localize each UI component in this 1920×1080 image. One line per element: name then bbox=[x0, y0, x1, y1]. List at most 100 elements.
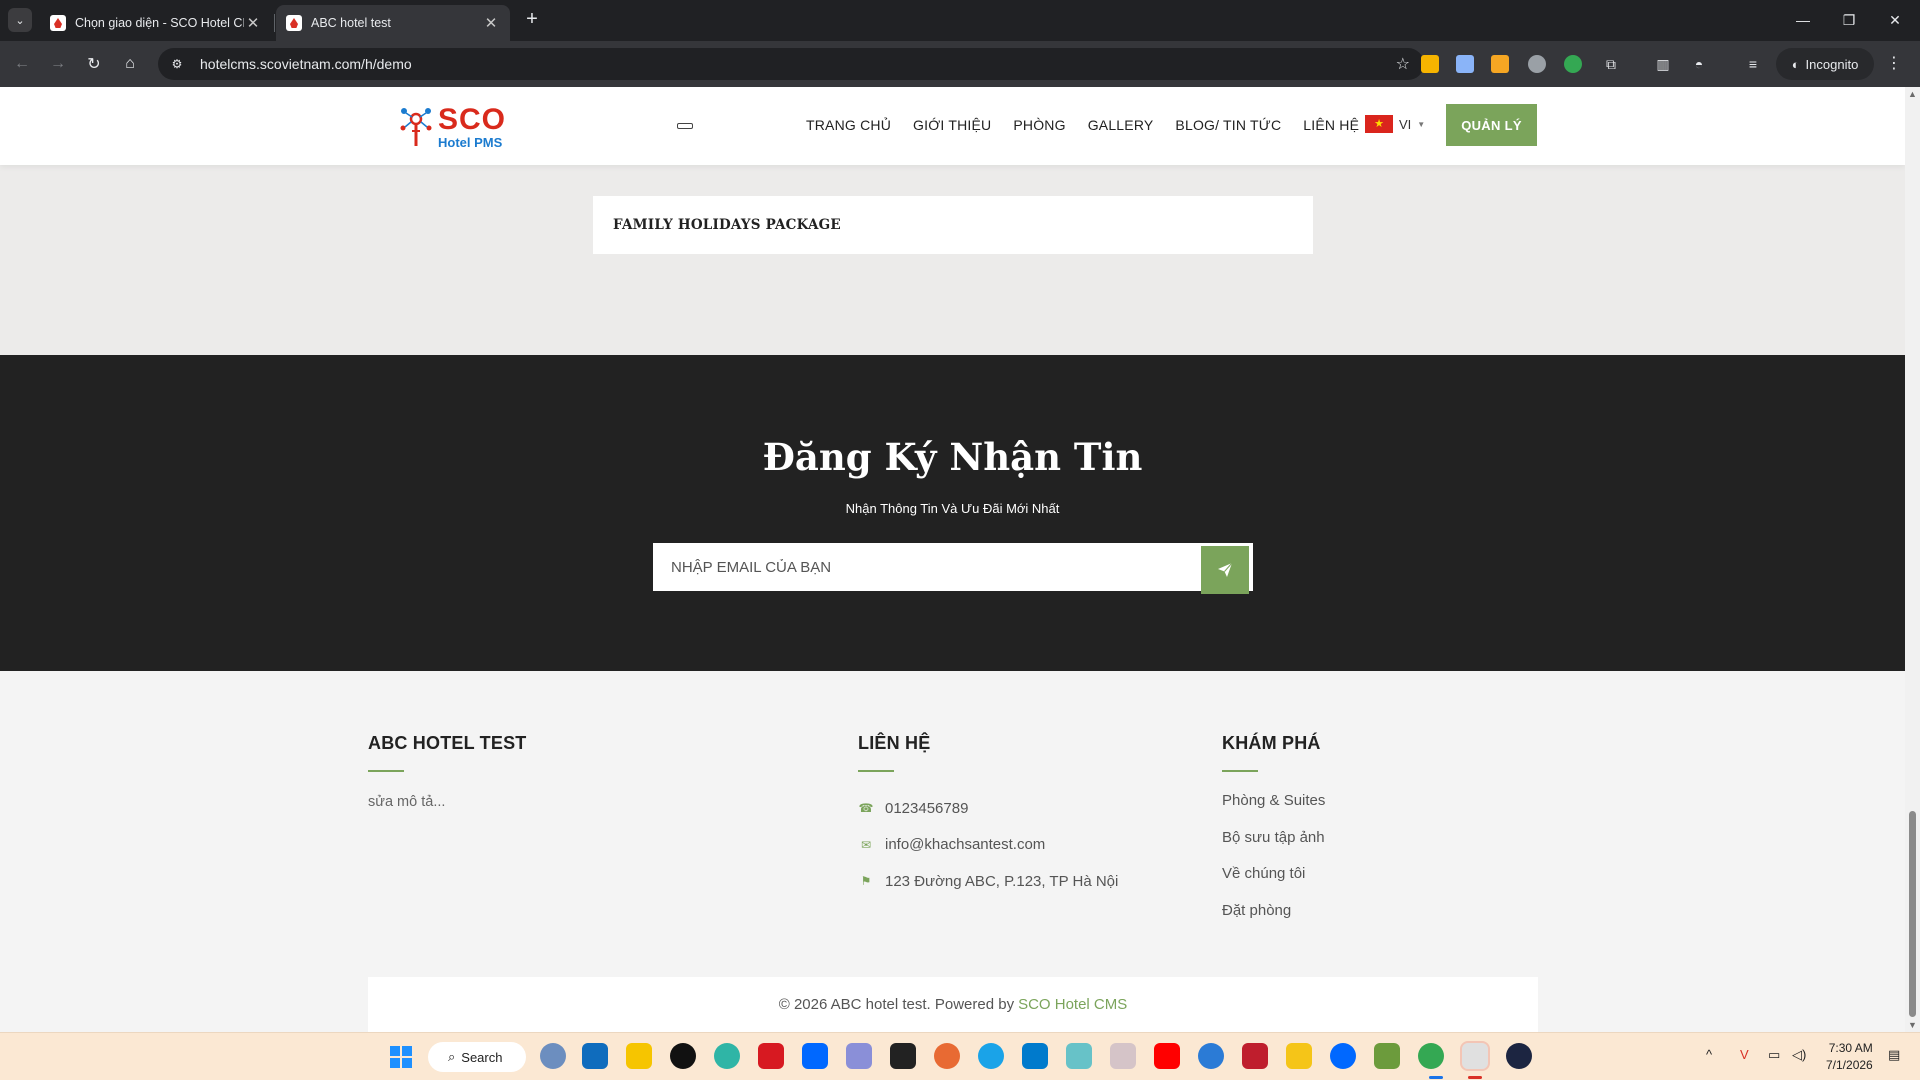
language-switcher[interactable]: ★ VI ▼ bbox=[1365, 115, 1425, 133]
url-text[interactable]: hotelcms.scovietnam.com/h/demo bbox=[200, 56, 412, 72]
extension-camera-icon[interactable] bbox=[1528, 55, 1546, 73]
clickup-app-icon[interactable] bbox=[540, 1043, 566, 1069]
back-icon[interactable]: ← bbox=[10, 52, 34, 76]
site-logo[interactable]: SCO Hotel PMS bbox=[400, 105, 506, 149]
claude-app-icon[interactable] bbox=[934, 1043, 960, 1069]
tray-v-icon[interactable]: V bbox=[1740, 1047, 1749, 1062]
scrollbar-thumb[interactable] bbox=[1909, 811, 1916, 1017]
contact-email[interactable]: ✉ info@khachsantest.com bbox=[858, 827, 1118, 864]
contact-email-text[interactable]: info@khachsantest.com bbox=[885, 836, 1045, 853]
edge-app-icon[interactable] bbox=[714, 1043, 740, 1069]
send-button[interactable] bbox=[1201, 546, 1249, 594]
tray-display-icon[interactable]: ▭ bbox=[1768, 1047, 1780, 1063]
newsletter-form bbox=[653, 543, 1253, 594]
footer-link-gallery[interactable]: Bộ sưu tập ảnh bbox=[1222, 827, 1325, 864]
reload-icon[interactable]: ↻ bbox=[82, 52, 106, 76]
incognito-icon: ◐ bbox=[1791, 56, 1800, 72]
nav-blog[interactable]: BLOG/ TIN TỨC bbox=[1175, 117, 1281, 133]
cloud-app-icon[interactable] bbox=[1198, 1043, 1224, 1069]
taskbar-search[interactable]: ⌕ Search bbox=[428, 1042, 526, 1072]
reading-mode-icon[interactable]: ▥ bbox=[1652, 53, 1674, 75]
site-info-icon[interactable]: ⚙ bbox=[166, 53, 188, 75]
extension-keep-icon[interactable] bbox=[1421, 55, 1439, 73]
nav-home[interactable]: TRANG CHỦ bbox=[806, 117, 891, 133]
mail-app-icon[interactable] bbox=[1066, 1043, 1092, 1069]
zalo-app-icon[interactable] bbox=[802, 1043, 828, 1069]
tray-chevron-icon[interactable]: ^ bbox=[1706, 1047, 1712, 1062]
address-bar[interactable]: ⚙ hotelcms.scovietnam.com/h/demo ☆ bbox=[158, 48, 1424, 80]
sheets-app-icon[interactable] bbox=[1460, 1041, 1490, 1071]
outlook-app-icon[interactable] bbox=[582, 1043, 608, 1069]
sticky-notes-app-icon[interactable] bbox=[626, 1043, 652, 1069]
chatgpt-app-icon[interactable] bbox=[1506, 1043, 1532, 1069]
incognito-badge[interactable]: ◐ Incognito bbox=[1776, 48, 1874, 80]
taskbar-clock[interactable]: 7:30 AM 7/1/2026 bbox=[1826, 1040, 1873, 1074]
page-scrollbar[interactable]: ▲ ▼ bbox=[1905, 87, 1920, 1032]
recorder-app-icon[interactable] bbox=[670, 1043, 696, 1069]
extension-color-icon[interactable] bbox=[1564, 55, 1582, 73]
manage-button[interactable]: QUẢN LÝ bbox=[1446, 104, 1537, 146]
close-window-button[interactable]: ✕ bbox=[1872, 0, 1918, 40]
flag-icon: ⚑ bbox=[860, 874, 872, 889]
nav-about[interactable]: GIỚI THIỆU bbox=[913, 117, 991, 133]
scroll-up-icon[interactable]: ▲ bbox=[1908, 89, 1917, 99]
tray-volume-icon[interactable]: ◁) bbox=[1792, 1047, 1806, 1063]
tab-close-icon[interactable]: ✕ bbox=[244, 14, 262, 32]
footer-link-about[interactable]: Về chúng tôi bbox=[1222, 863, 1325, 900]
notification-icon[interactable]: ▤ bbox=[1888, 1047, 1900, 1063]
extension-screen-icon[interactable] bbox=[1456, 55, 1474, 73]
browser-menu-icon[interactable]: ⋮ bbox=[1886, 53, 1902, 73]
notepad-app-icon[interactable] bbox=[1374, 1043, 1400, 1069]
browser-tab-1[interactable]: Chọn giao diện - SCO Hotel CMS ✕ bbox=[40, 5, 272, 41]
restore-button[interactable]: ❐ bbox=[1826, 0, 1872, 40]
footer-about-title: ABC HOTEL TEST bbox=[368, 733, 527, 753]
copyright-brand-link[interactable]: SCO Hotel CMS bbox=[1018, 996, 1127, 1013]
scroll-down-icon[interactable]: ▼ bbox=[1908, 1020, 1917, 1030]
filezilla-app-icon[interactable] bbox=[1242, 1043, 1268, 1069]
media-queue-icon[interactable]: ≡ bbox=[1742, 53, 1764, 75]
package-title[interactable]: FAMILY HOLIDAYS PACKAGE bbox=[613, 217, 841, 233]
network-app-icon[interactable] bbox=[846, 1043, 872, 1069]
browser-tab-bar: ⌄ Chọn giao diện - SCO Hotel CMS ✕ ABC h… bbox=[0, 0, 1920, 41]
contact-phone[interactable]: ☎ 0123456789 bbox=[858, 790, 1118, 827]
browser-tab-2[interactable]: ABC hotel test ✕ bbox=[276, 5, 510, 41]
bookmark-star-icon[interactable]: ☆ bbox=[1396, 54, 1410, 74]
extension-sq-icon[interactable] bbox=[1491, 55, 1509, 73]
tab-search-icon[interactable]: ⌄ bbox=[8, 8, 32, 32]
package-card[interactable]: FAMILY HOLIDAYS PACKAGE bbox=[593, 196, 1313, 254]
footer-link-booking[interactable]: Đặt phòng bbox=[1222, 900, 1325, 937]
new-tab-button[interactable]: + bbox=[520, 8, 544, 32]
menu-toggle-icon[interactable] bbox=[677, 123, 693, 129]
zalo-web-app-icon[interactable] bbox=[1330, 1043, 1356, 1069]
clock-time: 7:30 AM bbox=[1828, 1041, 1873, 1055]
clock-date: 7/1/2026 bbox=[1826, 1058, 1873, 1072]
main-nav: TRANG CHỦ GIỚI THIỆU PHÒNG GALLERY BLOG/… bbox=[806, 117, 1381, 133]
paper-plane-icon bbox=[1218, 562, 1233, 577]
shopee-app-icon[interactable] bbox=[758, 1043, 784, 1069]
nav-rooms[interactable]: PHÒNG bbox=[1013, 117, 1065, 133]
browser-app-icon[interactable] bbox=[978, 1043, 1004, 1069]
tab-close-icon[interactable]: ✕ bbox=[482, 14, 500, 32]
minimize-button[interactable]: — bbox=[1780, 0, 1826, 40]
nav-contact[interactable]: LIÊN HỆ bbox=[1303, 117, 1359, 133]
tab-title: ABC hotel test bbox=[311, 16, 391, 30]
newsletter-section: Đăng Ký Nhận Tin Nhận Thông Tin Và Ưu Đã… bbox=[0, 355, 1905, 671]
nav-gallery[interactable]: GALLERY bbox=[1088, 117, 1154, 133]
email-input[interactable] bbox=[653, 543, 1198, 591]
terminal-app-icon[interactable] bbox=[890, 1043, 916, 1069]
vscode-app-icon[interactable] bbox=[1022, 1043, 1048, 1069]
footer-link-rooms[interactable]: Phòng & Suites bbox=[1222, 790, 1325, 827]
home-icon[interactable]: ⌂ bbox=[118, 52, 142, 76]
chrome-app-icon[interactable] bbox=[1418, 1043, 1444, 1069]
grid-app-icon[interactable] bbox=[1110, 1043, 1136, 1069]
copyright-text: © 2026 ABC hotel test. Powered by bbox=[778, 996, 1015, 1013]
youtube-app-icon[interactable] bbox=[1154, 1043, 1180, 1069]
file-explorer-app-icon[interactable] bbox=[1286, 1043, 1312, 1069]
extensions-puzzle-icon[interactable]: ⧉ bbox=[1600, 53, 1622, 75]
contact-phone-text[interactable]: 0123456789 bbox=[885, 800, 968, 817]
footer-about-desc: sửa mô tả... bbox=[368, 794, 446, 810]
forward-icon[interactable]: → bbox=[46, 52, 70, 76]
incognito-spy-icon[interactable]: ◓ bbox=[1688, 53, 1710, 75]
heading-underline bbox=[858, 770, 894, 772]
windows-start-icon[interactable] bbox=[390, 1046, 412, 1068]
